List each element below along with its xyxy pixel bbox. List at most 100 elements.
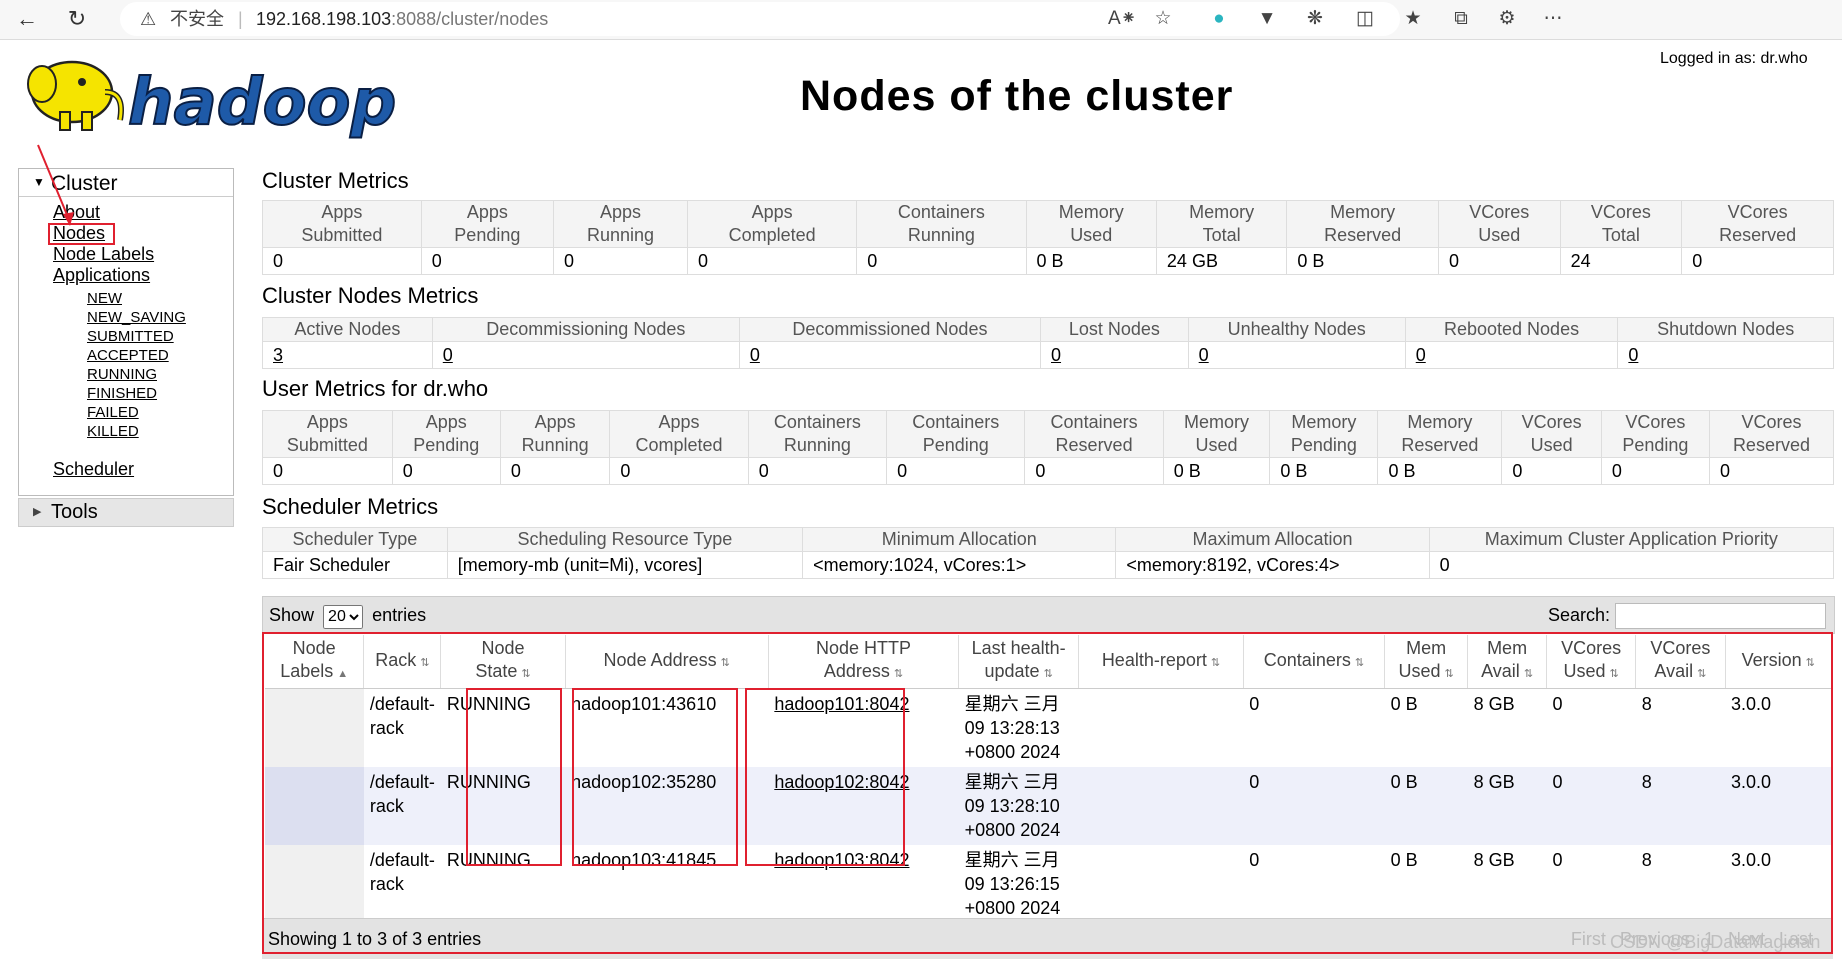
user-metrics-value: 0 (1024, 457, 1164, 485)
triangle-right-icon: ▶ (33, 506, 42, 518)
cluster-metrics-value: 24 (1559, 247, 1683, 275)
user-metrics-value: 0 (1501, 457, 1602, 485)
user-metrics-header: Containers Reserved (1024, 410, 1164, 458)
cluster-nodes-metrics-header: Shutdown Nodes (1617, 317, 1834, 342)
scheduler-metrics-value: Fair Scheduler (262, 551, 448, 579)
user-metrics-header: VCores Reserved (1708, 410, 1835, 458)
sidebar-link-running[interactable]: RUNNING (87, 366, 157, 383)
user-metrics-header: Memory Reserved (1377, 410, 1503, 458)
cluster-metrics-title: Cluster Metrics (262, 168, 409, 193)
cluster-nodes-metrics-header: Active Nodes (262, 317, 433, 342)
insecure-label: 不安全 (170, 9, 224, 29)
annotation-arrow (37, 144, 74, 226)
metric-link[interactable]: 0 (1416, 345, 1426, 365)
user-metrics-value: 0 (886, 457, 1026, 485)
highlight-box-node-state (466, 688, 562, 866)
user-metrics-value: 0 (499, 457, 611, 485)
cluster-metrics-value: 0 (420, 247, 554, 275)
sidebar-link-accepted[interactable]: ACCEPTED (87, 347, 169, 364)
page-size-select[interactable]: 20 (323, 604, 364, 629)
metric-link[interactable]: 3 (273, 345, 283, 365)
sidebar-link-new[interactable]: NEW (87, 290, 122, 307)
scheduler-metrics-header: Scheduler Type (262, 527, 448, 552)
cluster-metrics-table: Apps Submitted Apps Pending Apps Running Apps C… (262, 200, 1834, 275)
cluster-metrics-value: 0 (1681, 247, 1834, 275)
back-icon[interactable]: ← (12, 4, 42, 34)
sidebar-link-node-labels[interactable]: Node Labels (53, 244, 154, 265)
scheduler-metrics-value: [memory-mb (unit=Mi), vcores] (446, 551, 804, 579)
scheduler-metrics-header: Scheduling Resource Type (446, 527, 804, 552)
user-metrics-header: Apps Running (499, 410, 611, 458)
sidebar-link-failed[interactable]: FAILED (87, 404, 139, 421)
cluster-nodes-metrics-value[interactable]: 0 (1187, 341, 1406, 369)
performance-icon[interactable]: ⚙ (1494, 6, 1520, 32)
user-metrics-value: 0 (747, 457, 888, 485)
read-aloud-icon[interactable]: A⁕ (1108, 6, 1137, 32)
search-input[interactable] (1615, 603, 1826, 630)
cluster-nodes-metrics-value[interactable]: 0 (1617, 341, 1834, 369)
user-metrics-value: 0 (262, 457, 393, 485)
user-metrics-value: 0 B (1377, 457, 1503, 485)
extension-icon[interactable]: ● (1206, 6, 1232, 32)
metric-link[interactable]: 0 (443, 345, 453, 365)
cluster-nodes-metrics-title: Cluster Nodes Metrics (262, 283, 479, 308)
highlight-box-node-http (745, 688, 905, 866)
user-metrics-value: 0 (1600, 457, 1710, 485)
user-metrics-value: 0 B (1162, 457, 1271, 485)
sidebar-link-finished[interactable]: FINISHED (87, 385, 157, 402)
favorite-icon[interactable]: ☆ (1150, 6, 1176, 32)
metric-link[interactable]: 0 (1051, 345, 1061, 365)
metric-link[interactable]: 0 (750, 345, 760, 365)
cluster-nodes-metrics-value[interactable]: 0 (1040, 341, 1189, 369)
cluster-metrics-header: Memory Reserved (1286, 200, 1439, 248)
cluster-nodes-metrics-header: Decommissioned Nodes (738, 317, 1042, 342)
watermark-text: CSDN @BigDataMagician (1610, 932, 1821, 952)
scheduler-metrics-header: Maximum Allocation (1115, 527, 1430, 552)
scheduler-metrics-header: Maximum Cluster Application Priority (1428, 527, 1835, 552)
cluster-metrics-value: 0 (1437, 247, 1561, 275)
sidebar-link-submitted[interactable]: SUBMITTED (87, 328, 174, 345)
cluster-nodes-metrics-value[interactable]: 0 (738, 341, 1042, 369)
metric-link[interactable]: 0 (1628, 345, 1638, 365)
cluster-metrics-header: VCores Used (1437, 200, 1561, 248)
user-metrics-value: 0 (609, 457, 749, 485)
user-metrics-value: 0 (391, 457, 501, 485)
more-icon[interactable]: ⋯ (1540, 6, 1566, 32)
favorites-list-icon[interactable]: ★ (1400, 6, 1426, 32)
collections-icon[interactable]: ⧉ (1448, 6, 1474, 32)
split-screen-icon[interactable]: ◫ (1352, 6, 1378, 32)
extension-icon[interactable]: ❋ (1302, 6, 1328, 32)
page-title: Nodes of the cluster (800, 72, 1234, 120)
user-metrics-value: 0 (1708, 457, 1835, 485)
extension-icon[interactable]: ▼ (1254, 6, 1280, 32)
scheduler-metrics-value: 0 (1428, 551, 1835, 579)
user-metrics-header: Memory Pending (1269, 410, 1379, 458)
metric-link[interactable]: 0 (1199, 345, 1209, 365)
cluster-nodes-metrics-value[interactable]: 3 (262, 341, 433, 369)
cluster-nodes-metrics-header: Lost Nodes (1040, 317, 1189, 342)
sidebar-link-killed[interactable]: KILLED (87, 423, 139, 440)
logo-text: hadoop (128, 66, 395, 140)
cluster-metrics-header: VCores Reserved (1681, 200, 1834, 248)
sidebar-tools-header[interactable]: ▶ Tools (18, 498, 234, 527)
user-metrics-title: User Metrics for dr.who (262, 376, 489, 401)
cluster-metrics-value: 24 GB (1155, 247, 1288, 275)
refresh-icon[interactable]: ↻ (62, 4, 92, 34)
cluster-nodes-metrics-value[interactable]: 0 (431, 341, 740, 369)
sidebar-link-scheduler[interactable]: Scheduler (53, 459, 134, 480)
scheduler-metrics-title: Scheduler Metrics (262, 494, 439, 519)
cluster-metrics-value: 0 B (1025, 247, 1157, 275)
user-metrics-table: Apps Submitted Apps Pending Apps Running Apps C… (262, 410, 1835, 485)
sidebar-link-new-saving[interactable]: NEW_SAVING (87, 309, 186, 326)
cluster-metrics-header: Memory Total (1155, 200, 1288, 248)
cluster-metrics-header: VCores Total (1559, 200, 1683, 248)
cluster-metrics-header: Containers Running (856, 200, 1027, 248)
warning-icon: ⚠ (140, 9, 157, 29)
sidebar-link-applications[interactable]: Applications (53, 265, 150, 286)
user-metrics-value: 0 B (1269, 457, 1379, 485)
cluster-metrics-value: 0 (856, 247, 1027, 275)
url-text: 192.168.198.103:8088/cluster/nodes (256, 9, 549, 29)
highlight-box-node-address (572, 688, 738, 866)
cluster-nodes-metrics-value[interactable]: 0 (1404, 341, 1619, 369)
hadoop-logo: hadoop (27, 60, 395, 141)
